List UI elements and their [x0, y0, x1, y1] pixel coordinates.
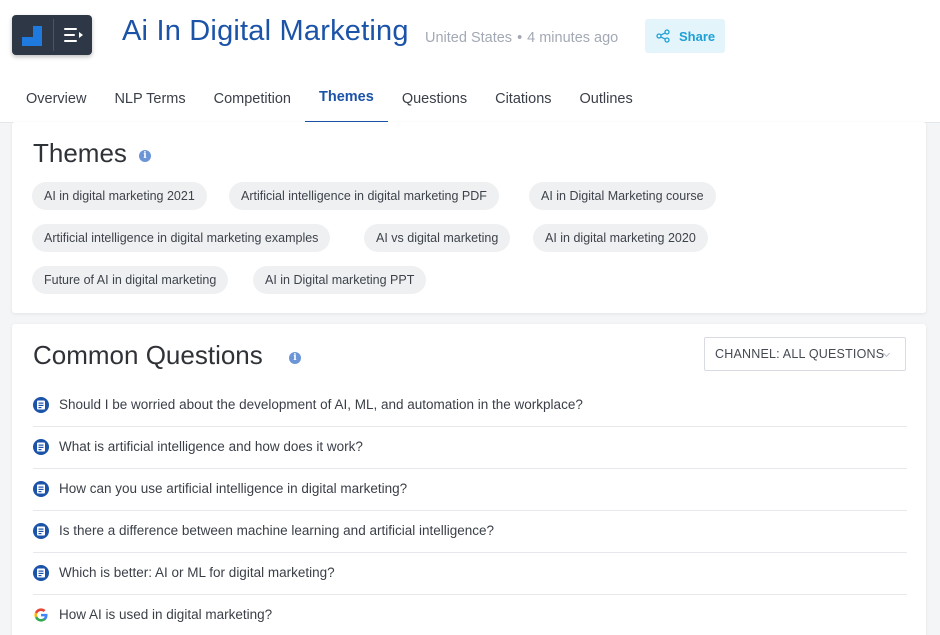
quora-icon: [33, 523, 49, 539]
tab-questions[interactable]: Questions: [388, 81, 481, 123]
theme-chip[interactable]: AI in digital marketing 2021: [32, 182, 207, 210]
share-button[interactable]: Share: [645, 19, 725, 53]
question-row[interactable]: What is artificial intelligence and how …: [33, 427, 907, 469]
question-text: How AI is used in digital marketing?: [59, 607, 273, 622]
share-icon: [656, 29, 670, 43]
share-label: Share: [679, 28, 716, 44]
channel-select-label: CHANNEL: ALL QUESTIONS: [715, 347, 885, 361]
tab-overview[interactable]: Overview: [12, 81, 100, 123]
google-icon: [34, 608, 48, 622]
top-bar: Ai In Digital Marketing United States • 4 …: [0, 0, 940, 123]
tab-outlines[interactable]: Outlines: [566, 81, 647, 123]
separator-dot: •: [517, 30, 523, 46]
theme-chip[interactable]: AI in digital marketing 2020: [533, 224, 708, 252]
country-label: United States: [425, 30, 513, 46]
theme-chip[interactable]: AI in Digital Marketing course: [529, 182, 716, 210]
themes-card: Themes i AI in digital marketing 2021 Ar…: [12, 122, 926, 313]
question-text: Should I be worried about the developmen…: [59, 397, 583, 412]
info-icon[interactable]: i: [289, 352, 301, 364]
question-text: How can you use artificial intelligence …: [59, 481, 408, 496]
question-row[interactable]: How can you use artificial intelligence …: [33, 469, 907, 511]
question-row[interactable]: Is there a difference between machine le…: [33, 511, 907, 553]
app-logo-icon: [22, 26, 42, 46]
app-menu-button[interactable]: [12, 15, 92, 55]
tab-bar: Overview NLP Terms Competition Themes Qu…: [12, 81, 647, 123]
question-row[interactable]: Which is better: AI or ML for digital ma…: [33, 553, 907, 595]
question-row[interactable]: How AI is used in digital marketing?: [33, 595, 907, 635]
theme-chip[interactable]: Artificial intelligence in digital marke…: [32, 224, 331, 252]
channel-select[interactable]: CHANNEL: ALL QUESTIONS: [704, 337, 906, 371]
tab-competition[interactable]: Competition: [200, 81, 305, 123]
question-text: What is artificial intelligence and how …: [59, 439, 363, 454]
theme-chip[interactable]: AI vs digital marketing: [364, 224, 511, 252]
logo-divider: [53, 19, 54, 51]
quora-icon: [33, 397, 49, 413]
tab-nlp-terms[interactable]: NLP Terms: [100, 81, 199, 123]
question-text: Which is better: AI or ML for digital ma…: [59, 565, 335, 580]
info-icon[interactable]: i: [139, 150, 151, 162]
quora-icon: [33, 481, 49, 497]
questions-card: Common Questions i CHANNEL: ALL QUESTION…: [12, 324, 926, 635]
quora-icon: [33, 565, 49, 581]
theme-chip[interactable]: AI in Digital marketing PPT: [253, 266, 427, 294]
theme-chip[interactable]: Artificial intelligence in digital marke…: [229, 182, 499, 210]
themes-title: Themes: [33, 138, 127, 168]
page-title: Ai In Digital Marketing: [122, 15, 409, 47]
updated-time: 4 minutes ago: [527, 30, 619, 46]
quora-icon: [33, 439, 49, 455]
questions-title: Common Questions: [33, 340, 263, 370]
question-row[interactable]: Should I be worried about the developmen…: [33, 385, 907, 427]
question-text: Is there a difference between machine le…: [59, 523, 495, 538]
tab-themes[interactable]: Themes: [305, 81, 388, 123]
theme-chip[interactable]: Future of AI in digital marketing: [32, 266, 229, 294]
menu-icon: [64, 27, 84, 43]
tab-citations[interactable]: Citations: [481, 81, 565, 123]
report-meta: United States • 4 minutes ago: [425, 30, 618, 46]
